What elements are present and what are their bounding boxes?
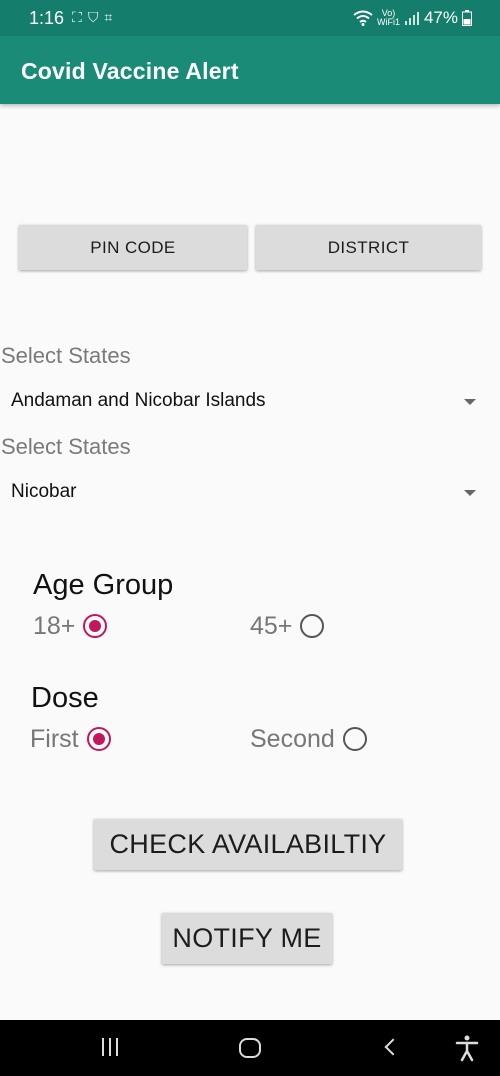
- back-icon[interactable]: [378, 1034, 408, 1062]
- dose-second-radio[interactable]: Second: [250, 724, 367, 754]
- age-group-title: Age Group: [33, 569, 174, 601]
- battery-icon: [462, 10, 472, 26]
- district-button[interactable]: DISTRICT: [256, 225, 481, 270]
- radio-checked-icon[interactable]: [83, 614, 108, 638]
- notify-me-button[interactable]: NOTIFY ME: [162, 913, 332, 964]
- status-bar: 1:16 ⛶⛉⌗ Vo) WiFi1 47%: [0, 0, 500, 36]
- dose-title: Dose: [31, 682, 99, 714]
- battery-level: 47%: [423, 8, 458, 27]
- status-time: 1:16: [29, 8, 65, 28]
- check-availability-button[interactable]: CHECK AVAILABILTIY: [94, 819, 402, 870]
- system-nav-bar: [0, 1020, 500, 1076]
- screenshot-icon: ⛶: [72, 9, 88, 25]
- state-select-label: Select States: [1, 343, 131, 368]
- signal-icon: [404, 12, 419, 25]
- network-label: Vo) WiFi1: [376, 8, 400, 27]
- dose-first-label: First: [30, 724, 79, 753]
- recent-apps-icon[interactable]: [96, 1034, 126, 1062]
- age-18-radio[interactable]: 18+: [33, 611, 108, 641]
- shield-icon: ⛉: [87, 9, 105, 25]
- app-title: Covid Vaccine Alert: [21, 58, 239, 84]
- dropdown-arrow-icon: [464, 490, 476, 496]
- dose-second-label: Second: [250, 724, 335, 753]
- state-spinner-value: Andaman and Nicobar Islands: [11, 390, 266, 411]
- age-45-radio[interactable]: 45+: [250, 611, 325, 641]
- radio-unchecked-icon[interactable]: [300, 614, 325, 638]
- dose-first-radio[interactable]: First: [30, 724, 111, 754]
- capture-icon: ⌗: [104, 9, 119, 25]
- district-select-label: Select States: [1, 434, 131, 459]
- age-18-label: 18+: [33, 611, 76, 640]
- radio-checked-icon[interactable]: [86, 727, 111, 751]
- wifi-icon: [353, 10, 373, 26]
- status-notification-icons: ⛶⛉⌗: [72, 9, 118, 26]
- home-icon[interactable]: [235, 1034, 265, 1062]
- age-45-label: 45+: [250, 611, 293, 640]
- dropdown-arrow-icon: [464, 399, 476, 405]
- status-right-group: Vo) WiFi1 47%: [353, 8, 472, 28]
- app-bar: Covid Vaccine Alert: [0, 36, 500, 104]
- radio-unchecked-icon[interactable]: [342, 727, 367, 751]
- accessibility-icon[interactable]: [452, 1034, 482, 1062]
- district-spinner[interactable]: Nicobar: [0, 473, 500, 513]
- state-spinner[interactable]: Andaman and Nicobar Islands: [0, 382, 500, 422]
- pin-code-button[interactable]: PIN CODE: [19, 225, 247, 270]
- district-spinner-value: Nicobar: [11, 481, 77, 502]
